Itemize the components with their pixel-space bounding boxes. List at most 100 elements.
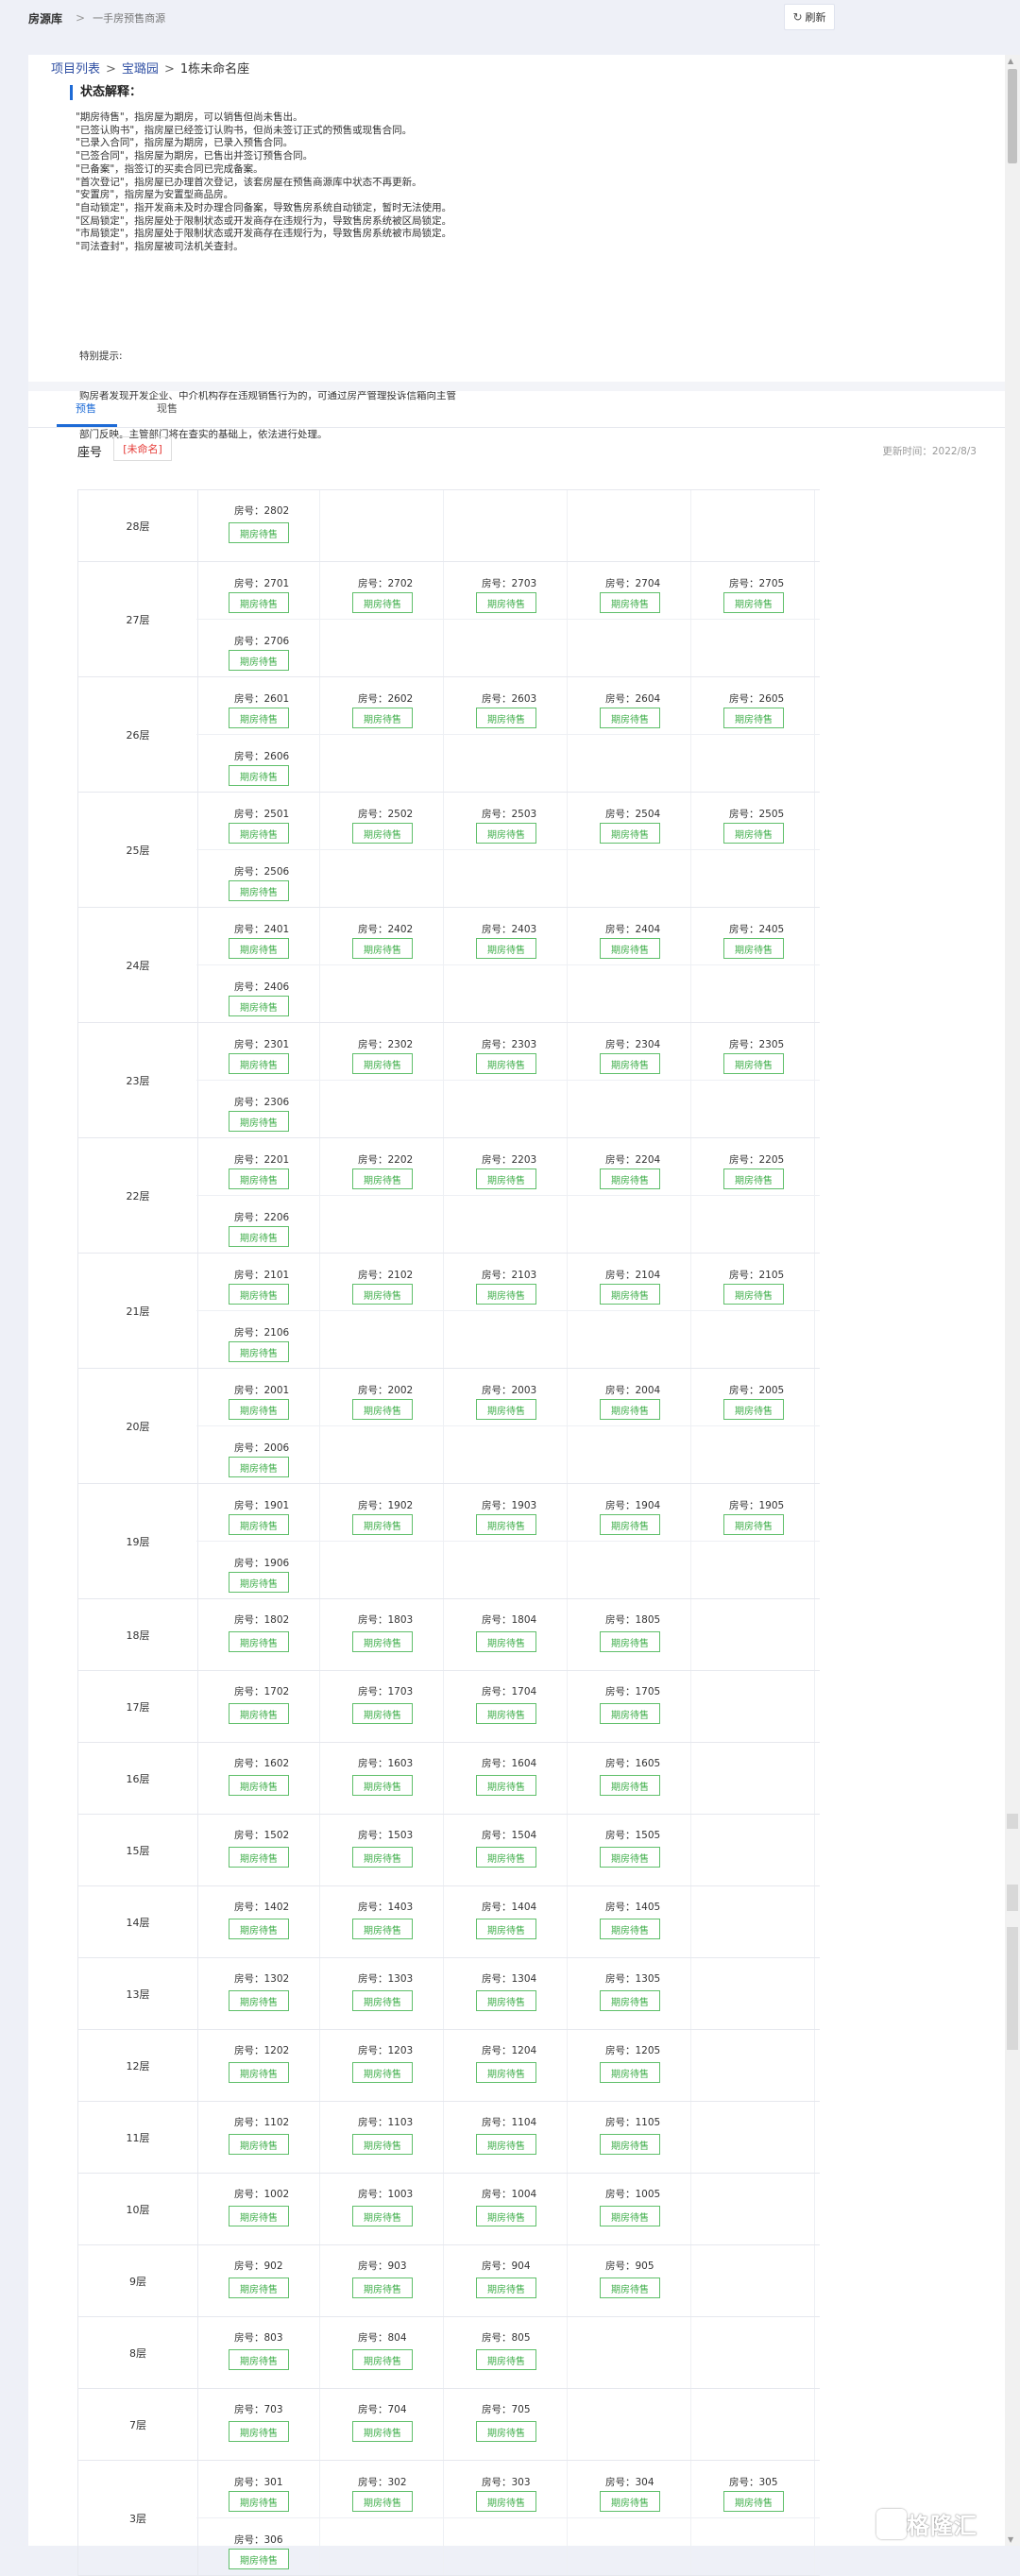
unit-status-button[interactable]: 期房待售 xyxy=(352,1169,413,1189)
unit-status-button[interactable]: 期房待售 xyxy=(229,650,289,671)
unit-status-button[interactable]: 期房待售 xyxy=(229,1990,289,2011)
unit-status-button[interactable]: 期房待售 xyxy=(723,708,784,728)
unit-status-button[interactable]: 期房待售 xyxy=(600,2277,660,2298)
unit-status-button[interactable]: 期房待售 xyxy=(229,1053,289,1074)
unit-status-button[interactable]: 期房待售 xyxy=(476,2491,536,2512)
scroll-up-icon[interactable]: ▲ xyxy=(1008,57,1013,65)
unit-status-button[interactable]: 期房待售 xyxy=(352,1703,413,1724)
unit-status-button[interactable]: 期房待售 xyxy=(723,938,784,959)
unit-status-button[interactable]: 期房待售 xyxy=(352,2206,413,2226)
unit-status-button[interactable]: 期房待售 xyxy=(476,938,536,959)
unit-status-button[interactable]: 期房待售 xyxy=(229,592,289,613)
unit-status-button[interactable]: 期房待售 xyxy=(229,708,289,728)
unit-status-button[interactable]: 期房待售 xyxy=(352,1399,413,1420)
tab-current-sale[interactable]: 现售 xyxy=(157,401,178,416)
unit-status-button[interactable]: 期房待售 xyxy=(600,1919,660,1939)
unit-status-button[interactable]: 期房待售 xyxy=(352,1631,413,1652)
unit-status-button[interactable]: 期房待售 xyxy=(600,2134,660,2155)
unit-status-button[interactable]: 期房待售 xyxy=(352,1284,413,1305)
unit-status-button[interactable]: 期房待售 xyxy=(600,2206,660,2226)
unit-status-button[interactable]: 期房待售 xyxy=(229,1847,289,1868)
unit-status-button[interactable]: 期房待售 xyxy=(229,1284,289,1305)
unit-status-button[interactable]: 期房待售 xyxy=(600,938,660,959)
unit-status-button[interactable]: 期房待售 xyxy=(476,2349,536,2370)
scroll-down-icon[interactable]: ▼ xyxy=(1008,2535,1013,2544)
unit-status-button[interactable]: 期房待售 xyxy=(229,1399,289,1420)
unit-status-button[interactable]: 期房待售 xyxy=(229,2062,289,2083)
unit-status-button[interactable]: 期房待售 xyxy=(600,1169,660,1189)
unit-status-button[interactable]: 期房待售 xyxy=(723,1053,784,1074)
unit-status-button[interactable]: 期房待售 xyxy=(229,1169,289,1189)
unit-status-button[interactable]: 期房待售 xyxy=(600,1284,660,1305)
unit-status-button[interactable]: 期房待售 xyxy=(229,823,289,844)
current-page-crumb[interactable]: 一手房预售商源 xyxy=(93,10,165,26)
unit-status-button[interactable]: 期房待售 xyxy=(352,823,413,844)
vertical-scrollbar[interactable]: ▲ ▼ xyxy=(1005,55,1020,2546)
unit-status-button[interactable]: 期房待售 xyxy=(600,1847,660,1868)
unit-status-button[interactable]: 期房待售 xyxy=(476,2206,536,2226)
unit-status-button[interactable]: 期房待售 xyxy=(352,1990,413,2011)
unit-status-button[interactable]: 期房待售 xyxy=(229,2206,289,2226)
unit-status-button[interactable]: 期房待售 xyxy=(229,1631,289,1652)
unit-status-button[interactable]: 期房待售 xyxy=(600,708,660,728)
unit-status-button[interactable]: 期房待售 xyxy=(229,880,289,901)
unit-status-button[interactable]: 期房待售 xyxy=(476,2277,536,2298)
breadcrumb-project-list[interactable]: 项目列表 xyxy=(51,62,100,77)
unit-status-button[interactable]: 期房待售 xyxy=(229,1775,289,1796)
unit-status-button[interactable]: 期房待售 xyxy=(352,2491,413,2512)
unit-status-button[interactable]: 期房待售 xyxy=(476,1990,536,2011)
unit-status-button[interactable]: 期房待售 xyxy=(229,1226,289,1247)
seat-tag[interactable]: [未命名] xyxy=(113,436,172,461)
unit-status-button[interactable]: 期房待售 xyxy=(229,2277,289,2298)
unit-status-button[interactable]: 期房待售 xyxy=(476,1775,536,1796)
unit-status-button[interactable]: 期房待售 xyxy=(600,1399,660,1420)
unit-status-button[interactable]: 期房待售 xyxy=(229,2491,289,2512)
unit-status-button[interactable]: 期房待售 xyxy=(229,2349,289,2370)
unit-status-button[interactable]: 期房待售 xyxy=(229,938,289,959)
unit-status-button[interactable]: 期房待售 xyxy=(600,1775,660,1796)
unit-status-button[interactable]: 期房待售 xyxy=(723,1284,784,1305)
unit-status-button[interactable]: 期房待售 xyxy=(723,1514,784,1535)
unit-status-button[interactable]: 期房待售 xyxy=(476,1514,536,1535)
unit-status-button[interactable]: 期房待售 xyxy=(229,1457,289,1477)
unit-status-button[interactable]: 期房待售 xyxy=(352,2062,413,2083)
unit-status-button[interactable]: 期房待售 xyxy=(229,1111,289,1132)
unit-status-button[interactable]: 期房待售 xyxy=(352,1919,413,1939)
unit-status-button[interactable]: 期房待售 xyxy=(723,823,784,844)
unit-status-button[interactable]: 期房待售 xyxy=(476,1919,536,1939)
unit-status-button[interactable]: 期房待售 xyxy=(352,708,413,728)
unit-status-button[interactable]: 期房待售 xyxy=(600,1514,660,1535)
unit-status-button[interactable]: 期房待售 xyxy=(476,2421,536,2442)
tab-presale[interactable]: 预售 xyxy=(76,401,96,416)
unit-status-button[interactable]: 期房待售 xyxy=(352,1514,413,1535)
unit-status-button[interactable]: 期房待售 xyxy=(723,1399,784,1420)
unit-status-button[interactable]: 期房待售 xyxy=(352,2277,413,2298)
unit-status-button[interactable]: 期房待售 xyxy=(723,2491,784,2512)
unit-status-button[interactable]: 期房待售 xyxy=(476,708,536,728)
breadcrumb-project[interactable]: 宝璐园 xyxy=(122,62,159,77)
unit-status-button[interactable]: 期房待售 xyxy=(229,996,289,1016)
unit-status-button[interactable]: 期房待售 xyxy=(723,592,784,613)
unit-status-button[interactable]: 期房待售 xyxy=(352,2349,413,2370)
unit-status-button[interactable]: 期房待售 xyxy=(229,765,289,786)
unit-status-button[interactable]: 期房待售 xyxy=(352,2134,413,2155)
unit-status-button[interactable]: 期房待售 xyxy=(476,2062,536,2083)
unit-status-button[interactable]: 期房待售 xyxy=(476,823,536,844)
unit-status-button[interactable]: 期房待售 xyxy=(476,592,536,613)
unit-status-button[interactable]: 期房待售 xyxy=(723,1169,784,1189)
unit-status-button[interactable]: 期房待售 xyxy=(600,2062,660,2083)
unit-status-button[interactable]: 期房待售 xyxy=(352,1775,413,1796)
brand-title[interactable]: 房源库 xyxy=(28,10,62,26)
unit-status-button[interactable]: 期房待售 xyxy=(229,1572,289,1593)
unit-status-button[interactable]: 期房待售 xyxy=(600,1703,660,1724)
unit-status-button[interactable]: 期房待售 xyxy=(352,938,413,959)
unit-status-button[interactable]: 期房待售 xyxy=(476,1284,536,1305)
unit-status-button[interactable]: 期房待售 xyxy=(229,2549,289,2569)
unit-status-button[interactable]: 期房待售 xyxy=(476,1847,536,1868)
unit-status-button[interactable]: 期房待售 xyxy=(229,1514,289,1535)
unit-status-button[interactable]: 期房待售 xyxy=(352,2421,413,2442)
unit-status-button[interactable]: 期房待售 xyxy=(476,1169,536,1189)
unit-status-button[interactable]: 期房待售 xyxy=(476,2134,536,2155)
unit-status-button[interactable]: 期房待售 xyxy=(352,1847,413,1868)
unit-status-button[interactable]: 期房待售 xyxy=(229,2421,289,2442)
